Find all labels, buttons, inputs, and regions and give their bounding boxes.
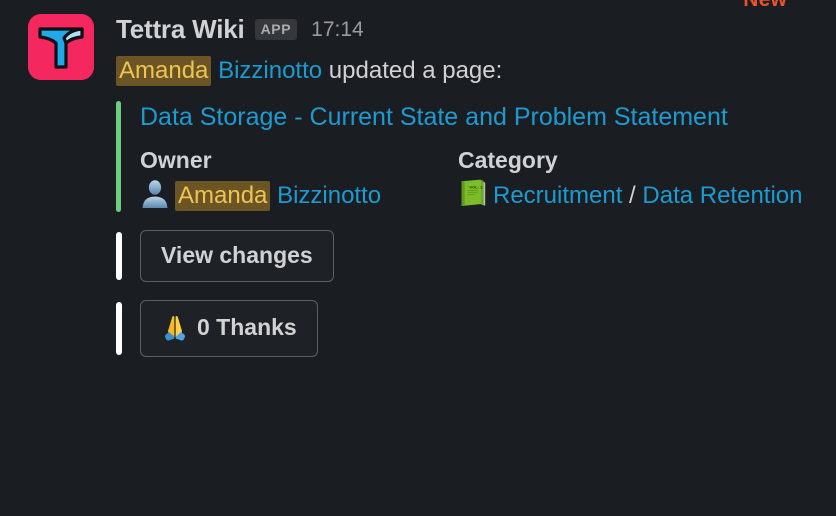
owner-surname-text: Bizzinotto	[277, 182, 382, 210]
category-separator: /	[629, 182, 636, 210]
message-row: Tettra Wiki APP 17:14 Amanda Bizzinotto …	[0, 0, 836, 357]
slack-message-pane: New Tettra Wiki APP 17:14 Amanda Bizzino…	[0, 0, 836, 516]
message-timestamp[interactable]: 17:14	[311, 19, 364, 40]
message-body: Tettra Wiki APP 17:14 Amanda Bizzinotto …	[116, 12, 820, 357]
action-block-view-changes: View changes	[116, 229, 820, 282]
thanks-button[interactable]: 0 Thanks	[140, 299, 318, 357]
app-badge: APP	[254, 18, 298, 40]
user-mention-highlight[interactable]: Amanda	[116, 56, 212, 86]
category-secondary-link[interactable]: Data Retention	[642, 182, 802, 209]
attachment-fields: Owner Amanda Bizzinotto Category VOL. 2 …	[140, 146, 820, 212]
bust-in-silhouette-icon	[140, 178, 170, 209]
thanks-button-label: 0 Thanks	[197, 314, 297, 341]
sender-name[interactable]: Tettra Wiki	[116, 16, 245, 42]
field-label-owner: Owner	[140, 146, 212, 173]
green-book-icon: VOL. 2	[458, 178, 488, 208]
category-primary-link[interactable]: Recruitment	[493, 182, 622, 209]
attachment-title-link[interactable]: Data Storage - Current State and Problem…	[140, 101, 740, 134]
field-value-owner: Amanda Bizzinotto	[140, 178, 458, 212]
view-changes-button-label: View changes	[161, 241, 313, 268]
action-block-thanks: 0 Thanks	[116, 299, 820, 357]
field-label-category: Category	[458, 146, 558, 173]
tettra-logo-icon[interactable]	[28, 14, 94, 80]
owner-surname[interactable]: Bizzinotto	[270, 182, 381, 209]
svg-text:VOL. 2: VOL. 2	[469, 186, 483, 190]
user-mention-surname-text: Bizzinotto	[218, 57, 323, 84]
user-mention-surname[interactable]: Bizzinotto	[211, 57, 322, 84]
message-header: Tettra Wiki APP 17:14	[116, 12, 820, 46]
folded-hands-icon	[161, 314, 189, 342]
field-value-category: VOL. 2 Recruitment / Data Retention	[458, 178, 820, 211]
attachment-field-owner: Owner Amanda Bizzinotto	[140, 146, 458, 212]
attachment-field-category: Category VOL. 2 Recruitment / Data Reten…	[458, 146, 820, 212]
message-text: Amanda Bizzinotto updated a page:	[116, 56, 820, 87]
owner-mention-highlight[interactable]: Amanda	[175, 181, 271, 212]
message-action-text: updated a page:	[328, 57, 503, 84]
attachment-block: Data Storage - Current State and Problem…	[116, 100, 820, 212]
view-changes-button[interactable]: View changes	[140, 229, 334, 282]
